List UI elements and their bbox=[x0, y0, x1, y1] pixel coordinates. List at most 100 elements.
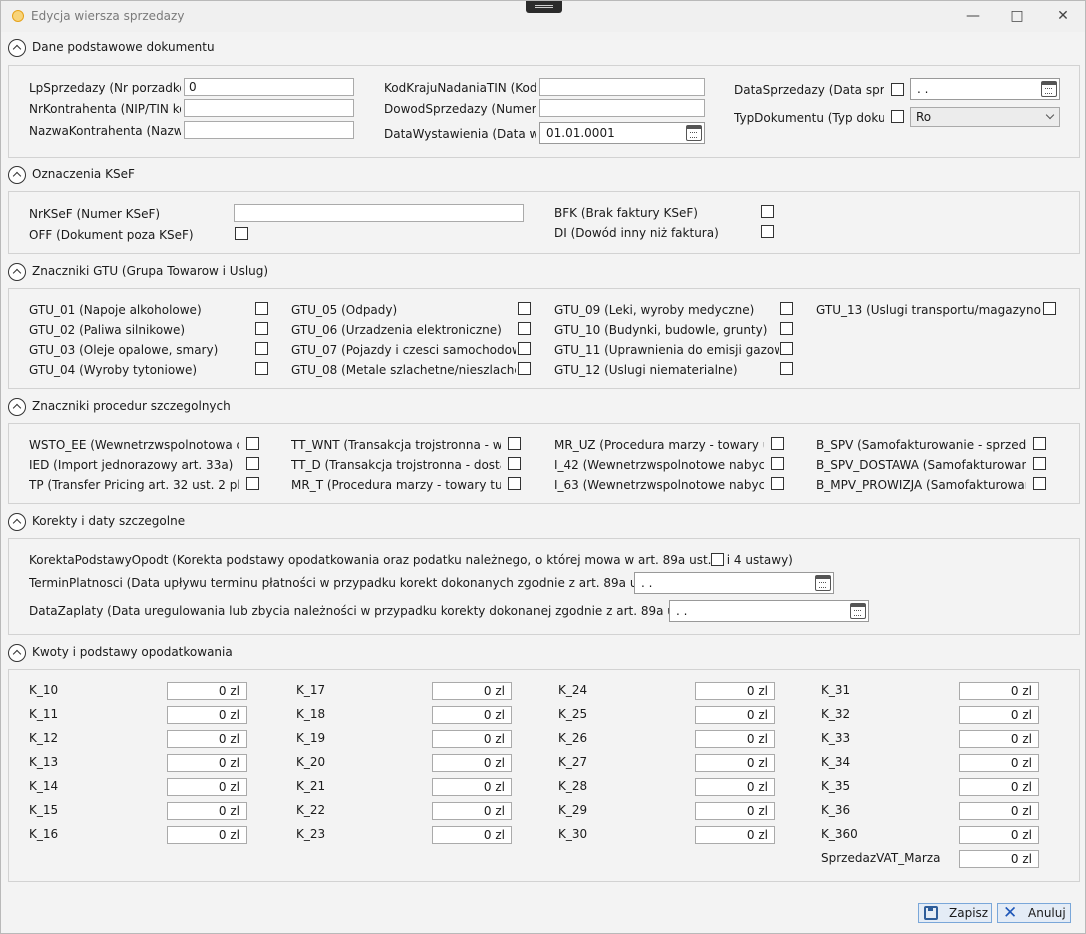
panel-procedury: WSTO_EE (Wewnetrzwspolnotowa dostawa) IED… bbox=[8, 423, 1080, 504]
title-bar[interactable]: Edycja wiersza sprzedazy — □ ✕ bbox=[1, 1, 1085, 32]
kwota-label: K_16 bbox=[29, 827, 59, 841]
kwota-input[interactable]: 0 zl bbox=[432, 778, 512, 796]
procedura-checkbox[interactable] bbox=[246, 457, 259, 470]
procedura-checkbox[interactable] bbox=[246, 477, 259, 490]
procedura-checkbox[interactable] bbox=[1033, 437, 1046, 450]
dowod-input[interactable] bbox=[539, 99, 705, 117]
gtu-checkbox[interactable] bbox=[255, 362, 268, 375]
kwota-input[interactable]: 0 zl bbox=[167, 802, 247, 820]
collapse-chevron-icon[interactable] bbox=[8, 39, 26, 57]
kwota-input[interactable]: 0 zl bbox=[167, 778, 247, 796]
typ-checkbox[interactable] bbox=[891, 110, 904, 123]
kwota-input[interactable]: 0 zl bbox=[167, 754, 247, 772]
collapse-chevron-icon[interactable] bbox=[8, 644, 26, 662]
procedura-checkbox[interactable] bbox=[771, 477, 784, 490]
close-button[interactable]: ✕ bbox=[1043, 5, 1083, 27]
kwota-input[interactable]: 0 zl bbox=[959, 682, 1039, 700]
gtu-checkbox[interactable] bbox=[518, 342, 531, 355]
procedura-checkbox[interactable] bbox=[508, 477, 521, 490]
save-button[interactable]: Zapisz bbox=[918, 903, 992, 923]
kwota-label: K_14 bbox=[29, 779, 59, 793]
datas-checkbox[interactable] bbox=[891, 83, 904, 96]
gtu-checkbox[interactable] bbox=[780, 362, 793, 375]
gtu-checkbox[interactable] bbox=[780, 342, 793, 355]
kwota-input[interactable]: 0 zl bbox=[432, 754, 512, 772]
kwota-input[interactable]: 0 zl bbox=[167, 682, 247, 700]
kwota-input[interactable]: 0 zl bbox=[167, 730, 247, 748]
di-checkbox[interactable] bbox=[761, 225, 774, 238]
dataz-value: . . bbox=[676, 604, 688, 618]
kwota-input[interactable]: 0 zl bbox=[432, 802, 512, 820]
collapse-chevron-icon[interactable] bbox=[8, 398, 26, 416]
datas-datepicker[interactable]: . . bbox=[910, 78, 1060, 100]
procedura-checkbox[interactable] bbox=[1033, 457, 1046, 470]
lp-input[interactable]: 0 bbox=[184, 78, 354, 96]
gtu-checkbox[interactable] bbox=[518, 302, 531, 315]
termin-datepicker[interactable]: . . bbox=[634, 572, 834, 594]
gtu-checkbox[interactable] bbox=[518, 322, 531, 335]
kwota-input[interactable]: 0 zl bbox=[959, 754, 1039, 772]
kod-input[interactable] bbox=[539, 78, 705, 96]
procedura-checkbox[interactable] bbox=[508, 437, 521, 450]
kwota-input[interactable]: 0 zl bbox=[959, 826, 1039, 844]
procedura-checkbox[interactable] bbox=[771, 457, 784, 470]
procedura-checkbox[interactable] bbox=[246, 437, 259, 450]
dataw-datepicker[interactable]: 01.01.0001 bbox=[539, 122, 705, 144]
korekta-checkbox[interactable] bbox=[711, 553, 724, 566]
kwota-input[interactable]: 0 zl bbox=[695, 778, 775, 796]
gtu-checkbox[interactable] bbox=[780, 302, 793, 315]
collapse-chevron-icon[interactable] bbox=[8, 263, 26, 281]
procedura-label: IED (Import jednorazowy art. 33a) bbox=[29, 458, 234, 472]
minimize-button[interactable]: — bbox=[953, 5, 993, 27]
dataz-datepicker[interactable]: . . bbox=[669, 600, 869, 622]
gtu-label: GTU_04 (Wyroby tytoniowe) bbox=[29, 363, 198, 377]
kwota-input[interactable]: 0 zl bbox=[432, 706, 512, 724]
nrk-input[interactable] bbox=[184, 99, 354, 117]
calendar-icon[interactable] bbox=[1041, 81, 1057, 97]
kwota-input[interactable]: 0 zl bbox=[695, 802, 775, 820]
gtu-label: GTU_07 (Pojazdy i czesci samochodowe) bbox=[291, 343, 516, 357]
procedura-label: B_MPV_PROWIZJA (Samofakturowanie - prowi… bbox=[816, 478, 1026, 492]
gtu-checkbox[interactable] bbox=[255, 302, 268, 315]
drag-handle[interactable] bbox=[526, 1, 562, 13]
typ-select[interactable]: Ro bbox=[910, 107, 1060, 127]
off-checkbox[interactable] bbox=[235, 227, 248, 240]
kwota-input[interactable]: 0 zl bbox=[167, 706, 247, 724]
window-title: Edycja wiersza sprzedazy bbox=[31, 9, 185, 23]
kwota-input[interactable]: 0 zl bbox=[695, 754, 775, 772]
kwota-input[interactable]: 0 zl bbox=[432, 682, 512, 700]
gtu-checkbox[interactable] bbox=[255, 342, 268, 355]
nrksef-input[interactable] bbox=[234, 204, 524, 222]
kwota-input[interactable]: 0 zl bbox=[695, 682, 775, 700]
gtu-checkbox[interactable] bbox=[518, 362, 531, 375]
calendar-icon[interactable] bbox=[850, 603, 866, 619]
procedura-checkbox[interactable] bbox=[1033, 477, 1046, 490]
collapse-chevron-icon[interactable] bbox=[8, 166, 26, 184]
gtu-checkbox[interactable] bbox=[255, 322, 268, 335]
kwota-label: K_35 bbox=[821, 779, 851, 793]
panel-kwoty: K_10 0 zl K_11 0 zl K_12 0 zl K_13 0 zl K_14 0 zl… bbox=[8, 669, 1080, 882]
kwota-input[interactable]: 0 zl bbox=[695, 826, 775, 844]
calendar-icon[interactable] bbox=[686, 125, 702, 141]
kwota-input[interactable]: 0 zl bbox=[167, 826, 247, 844]
procedura-checkbox[interactable] bbox=[771, 437, 784, 450]
section-title: Znaczniki GTU (Grupa Towarow i Uslug) bbox=[32, 264, 269, 278]
kwota-input[interactable]: 0 zl bbox=[695, 730, 775, 748]
kwota-input[interactable]: 0 zl bbox=[959, 802, 1039, 820]
kwota-input[interactable]: 0 zl bbox=[695, 706, 775, 724]
nazwa-input[interactable] bbox=[184, 121, 354, 139]
kwota-input[interactable]: 0 zl bbox=[432, 826, 512, 844]
cancel-button[interactable]: ✕ Anuluj bbox=[997, 903, 1071, 923]
procedura-checkbox[interactable] bbox=[508, 457, 521, 470]
kwota-input[interactable]: 0 zl bbox=[432, 730, 512, 748]
gtu-checkbox[interactable] bbox=[780, 322, 793, 335]
gtu-checkbox[interactable] bbox=[1043, 302, 1056, 315]
collapse-chevron-icon[interactable] bbox=[8, 513, 26, 531]
calendar-icon[interactable] bbox=[815, 575, 831, 591]
kwota-input[interactable]: 0 zl bbox=[959, 730, 1039, 748]
kwota-input[interactable]: 0 zl bbox=[959, 706, 1039, 724]
bfk-checkbox[interactable] bbox=[761, 205, 774, 218]
maximize-button[interactable]: □ bbox=[997, 5, 1037, 27]
kwota-input[interactable]: 0 zl bbox=[959, 778, 1039, 796]
kwota-input[interactable]: 0 zl bbox=[959, 850, 1039, 868]
